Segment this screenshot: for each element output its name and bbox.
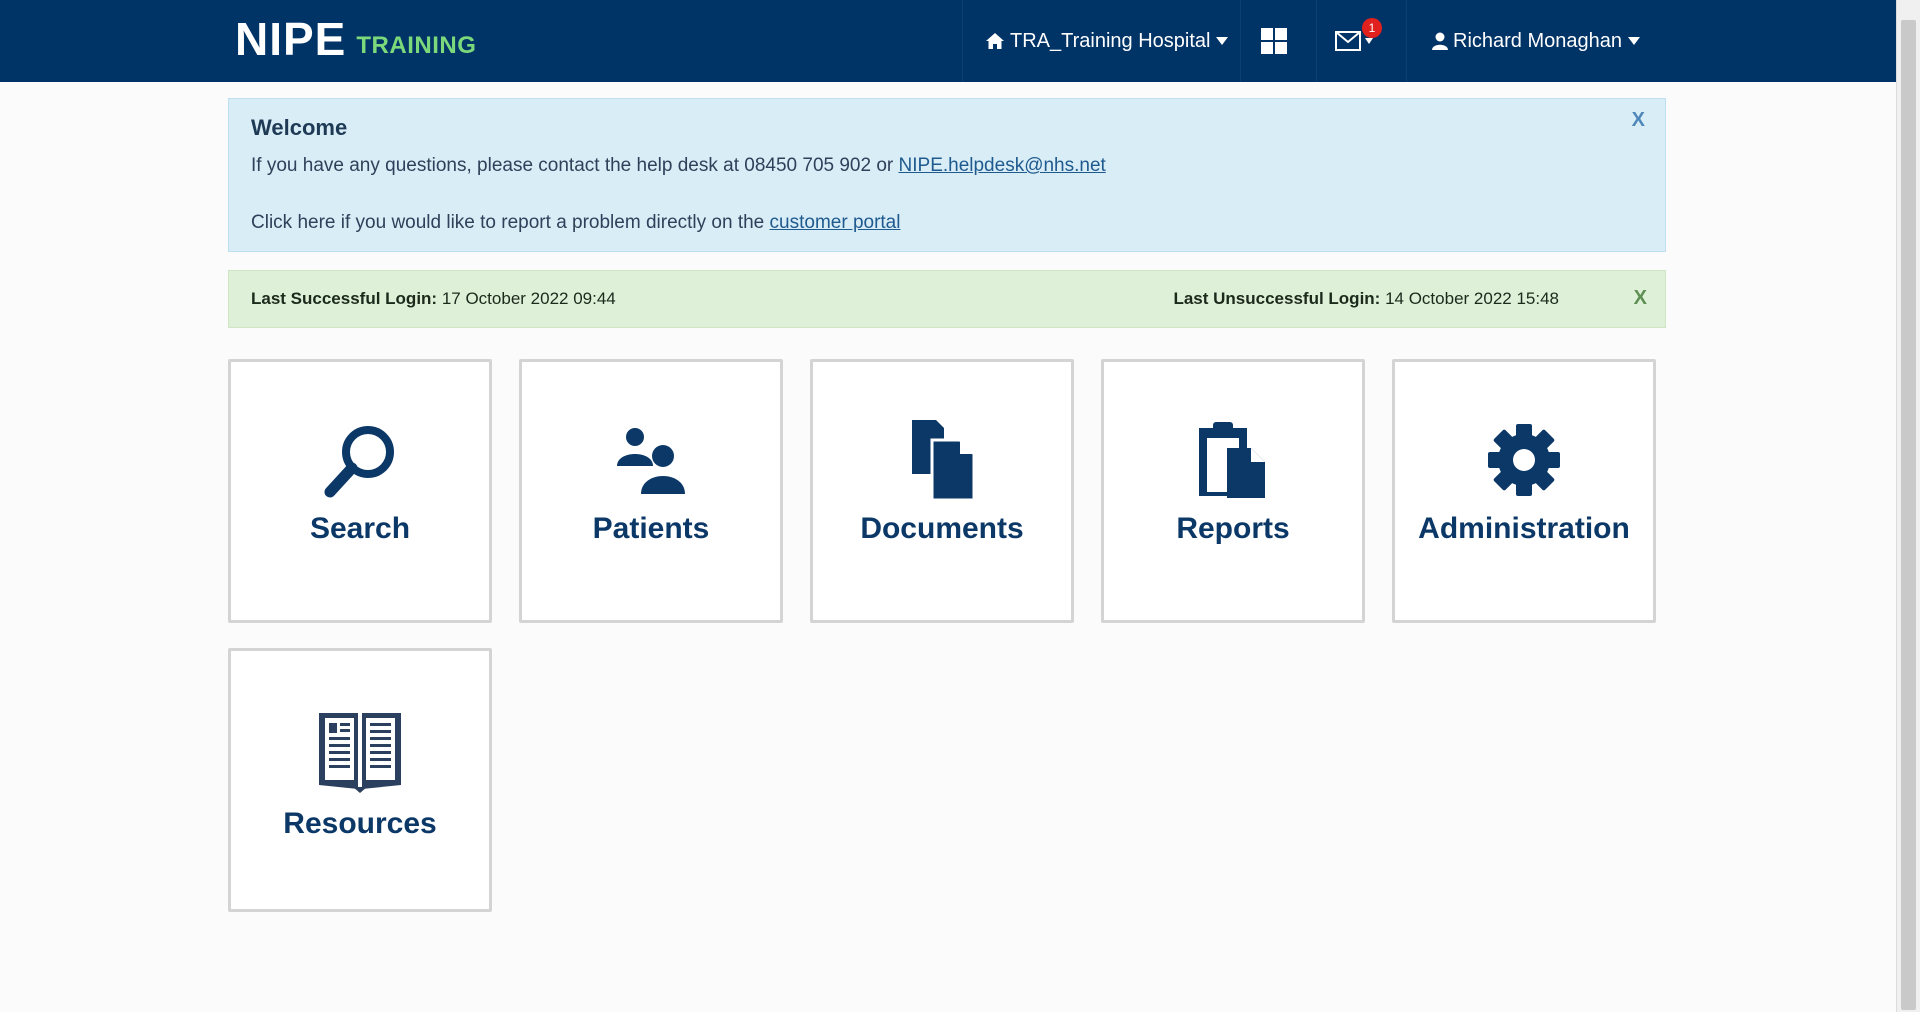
tile-label: Administration — [1418, 512, 1630, 545]
chevron-down-icon — [1628, 37, 1640, 45]
patients-icon — [617, 428, 685, 494]
tile-resources[interactable]: Resources — [228, 648, 492, 912]
page-scrollbar[interactable] — [1896, 0, 1920, 1012]
chevron-down-icon — [1216, 37, 1229, 45]
user-name: Richard Monaghan — [1453, 29, 1622, 52]
envelope-icon — [1335, 31, 1361, 51]
tile-label: Documents — [860, 512, 1024, 545]
tile-documents[interactable]: Documents — [810, 359, 1074, 623]
nav-divider — [962, 0, 963, 82]
helpdesk-text: If you have any questions, please contac… — [251, 155, 1106, 177]
apps-grid-button[interactable] — [1261, 0, 1287, 82]
nav-divider — [1240, 0, 1241, 82]
fail-label: Last Unsuccessful Login: — [1173, 289, 1381, 308]
tile-label: Search — [309, 512, 411, 545]
customer-portal-link[interactable]: customer portal — [770, 212, 901, 233]
tile-reports[interactable]: Reports — [1101, 359, 1365, 623]
scrollbar-thumb[interactable] — [1901, 20, 1916, 1010]
hospital-dropdown[interactable]: TRA_Training Hospital — [985, 0, 1229, 82]
gear-icon — [1488, 424, 1560, 496]
last-successful-login: Last Successful Login: 17 October 2022 0… — [251, 289, 616, 309]
nav-divider — [1406, 0, 1407, 82]
nav-divider — [1316, 0, 1317, 82]
tile-patients[interactable]: Patients — [519, 359, 783, 623]
home-icon — [986, 33, 1004, 49]
tile-administration[interactable]: Administration — [1392, 359, 1656, 623]
portal-text: Click here if you would like to report a… — [251, 212, 900, 234]
login-info-alert: Last Successful Login: 17 October 2022 0… — [228, 270, 1666, 328]
reports-icon — [1199, 422, 1265, 498]
brand-name: NIPE — [235, 13, 347, 65]
user-icon — [1432, 32, 1448, 50]
user-dropdown[interactable]: Richard Monaghan — [1432, 0, 1640, 82]
documents-icon — [912, 420, 976, 500]
hospital-name: TRA_Training Hospital — [1010, 29, 1211, 52]
portal-text-content: Click here if you would like to report a… — [251, 212, 770, 233]
success-label: Last Successful Login: — [251, 289, 438, 308]
tile-label: Resources — [283, 807, 437, 840]
book-icon — [319, 713, 401, 793]
tile-label: Patients — [592, 512, 710, 545]
welcome-alert: Welcome If you have any questions, pleas… — [228, 98, 1666, 252]
grid-icon — [1261, 28, 1287, 54]
tile-search[interactable]: Search — [228, 359, 492, 623]
top-navbar: NIPE TRAINING TRA_Training Hospital 1 Ri… — [0, 0, 1896, 82]
search-icon — [324, 426, 394, 498]
login-close-button[interactable]: X — [1634, 287, 1647, 310]
messages-dropdown[interactable] — [1335, 0, 1373, 82]
fail-value: 14 October 2022 15:48 — [1385, 289, 1559, 308]
welcome-close-button[interactable]: X — [1632, 109, 1645, 132]
welcome-title: Welcome — [251, 115, 348, 140]
helpdesk-email-link[interactable]: NIPE.helpdesk@nhs.net — [899, 155, 1106, 176]
brand-logo[interactable]: NIPE TRAINING — [235, 12, 476, 66]
success-value: 17 October 2022 09:44 — [441, 289, 616, 308]
tile-label: Reports — [1176, 512, 1290, 545]
brand-env: TRAINING — [356, 32, 477, 59]
chevron-down-icon — [1365, 38, 1373, 44]
unread-messages-badge: 1 — [1362, 18, 1382, 38]
helpdesk-text-content: If you have any questions, please contac… — [251, 155, 899, 176]
last-unsuccessful-login: Last Unsuccessful Login: 14 October 2022… — [1173, 289, 1559, 309]
